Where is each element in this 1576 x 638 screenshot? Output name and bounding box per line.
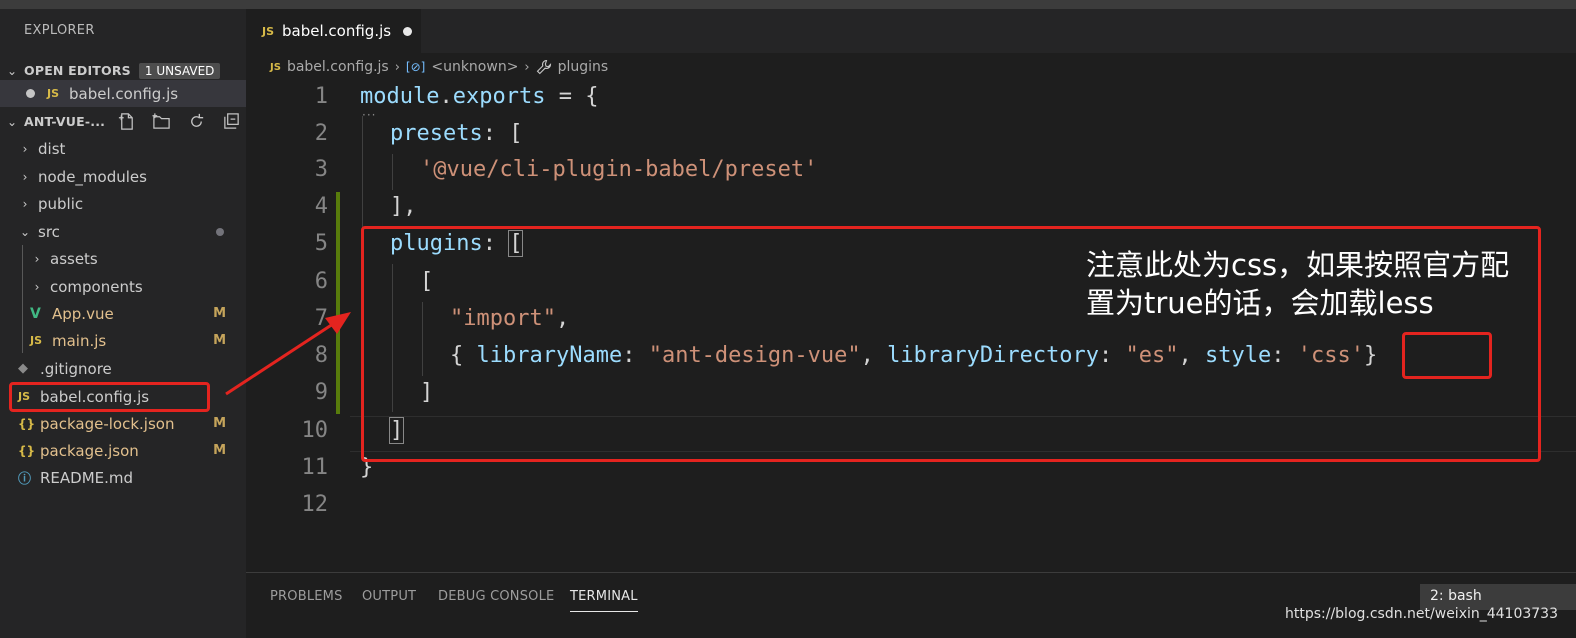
tab-output[interactable]: OUTPUT [362,589,416,604]
bottom-panel: PROBLEMS OUTPUT DEBUG CONSOLE TERMINAL 2… [246,572,1576,638]
tab-debug-console[interactable]: DEBUG CONSOLE [438,589,554,604]
tab-terminal[interactable]: TERMINAL [570,589,638,612]
watermark-text: https://blog.csdn.net/weixin_44103733 [1284,606,1558,622]
annotation-line-2: 置为true的话，会加载less [1086,286,1434,320]
annotation-line-1: 注意此处为css，如果按照官方配 [1086,248,1510,282]
annotation-note: 注意此处为css，如果按照官方配 置为true的话，会加载less [1086,246,1566,322]
tab-problems[interactable]: PROBLEMS [270,589,343,604]
